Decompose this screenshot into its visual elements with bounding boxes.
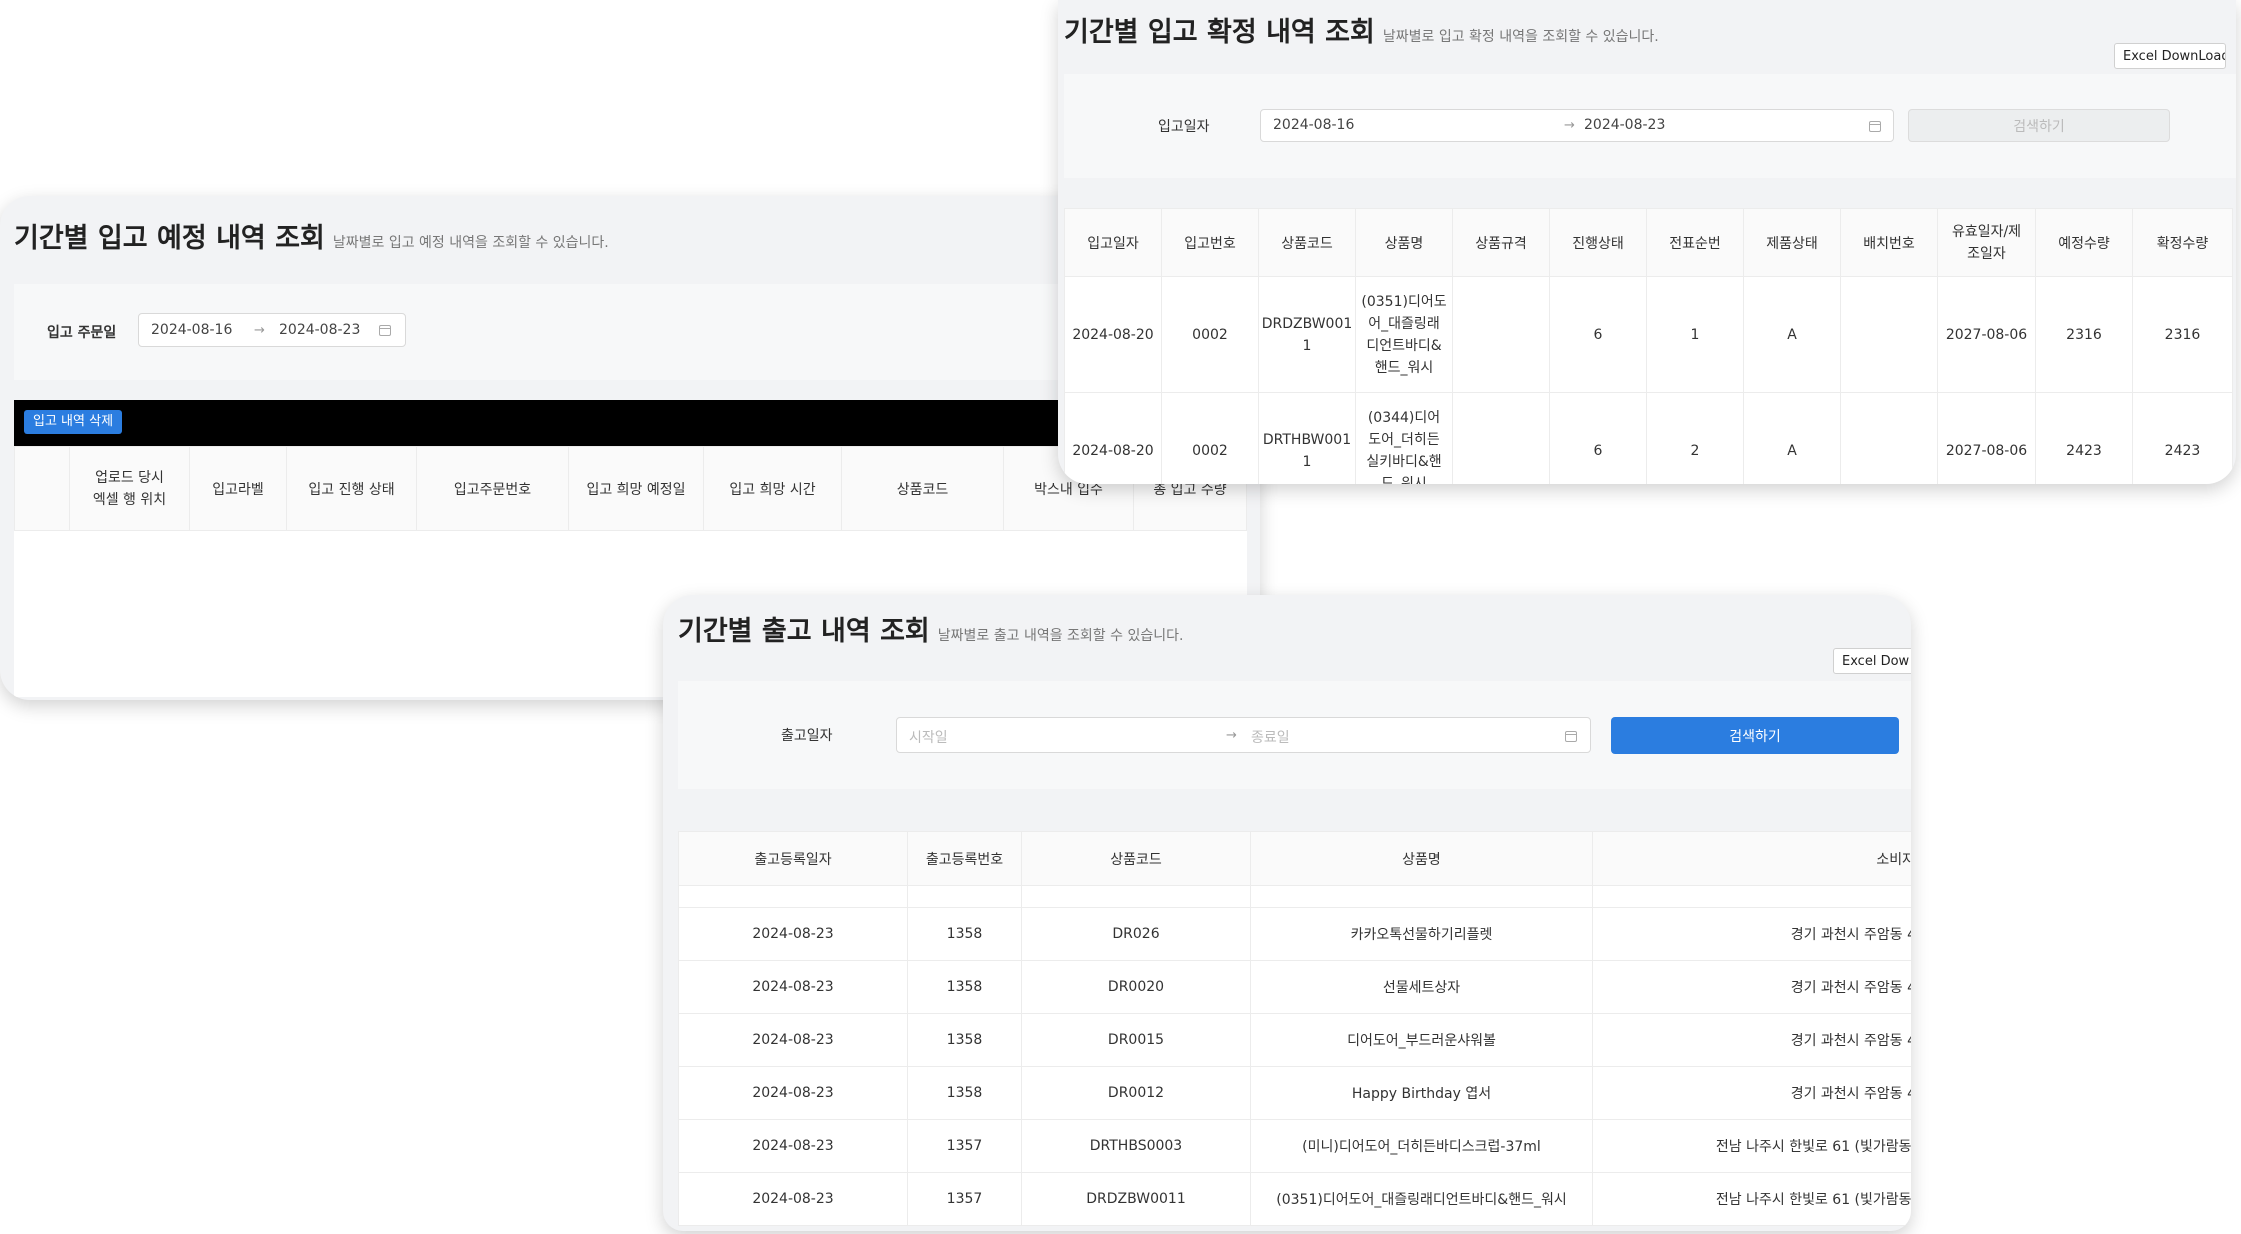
page-title: 기간별 출고 내역 조회 xyxy=(678,616,930,647)
column-header[interactable]: 진행상태 xyxy=(1549,208,1647,277)
table-header-row: 입고일자 입고번호 상품코드 상품명 상품규격 진행상태 전표순번 제품상태 배… xyxy=(1064,208,2233,277)
column-header[interactable]: 입고일자 xyxy=(1064,208,1162,277)
page-subtitle: 날짜별로 출고 내역을 조회할 수 있습니다. xyxy=(937,628,1184,644)
arrow-right-icon: → xyxy=(1564,118,1575,133)
date-range-picker[interactable]: 시작일 → 종료일 xyxy=(896,717,1591,753)
date-range-picker[interactable]: 2024-08-16 → 2024-08-23 xyxy=(138,313,406,347)
outbound-panel: 기간별 출고 내역 조회 날짜별로 출고 내역을 조회할 수 있습니다. Exc… xyxy=(663,595,1911,1231)
column-header[interactable]: 입고 진행 상태 xyxy=(286,446,417,531)
calendar-icon[interactable] xyxy=(1565,731,1577,742)
column-header[interactable]: 상품명 xyxy=(1355,208,1453,277)
column-header[interactable]: 출고등록일자 xyxy=(678,831,908,886)
table-row[interactable]: 2024-08-23 1358 DR0020 선물세트상자 경기 과천시 주암동… xyxy=(678,960,1911,1014)
end-date-input[interactable]: 종료일 xyxy=(1251,727,1290,747)
table-row[interactable]: 2024-08-20 0002 DRTHBW001 1 (0344)디어 도어_… xyxy=(1064,392,2233,484)
column-header[interactable]: 입고 희망 예정일 xyxy=(568,446,704,531)
filter-label: 출고일자 xyxy=(781,728,833,744)
page-title: 기간별 입고 예정 내역 조회 xyxy=(14,223,325,254)
partial-row xyxy=(678,885,1911,908)
excel-download-button[interactable]: Excel Dow xyxy=(1833,648,1911,674)
search-button[interactable]: 검색하기 xyxy=(1611,717,1899,754)
column-header[interactable]: 유효일자/제 조일자 xyxy=(1937,208,2036,277)
confirmed-panel-header: 기간별 입고 확정 내역 조회 날짜별로 입고 확정 내역을 조회할 수 있습니… xyxy=(1064,10,1659,49)
search-button[interactable]: 검색하기 xyxy=(1908,109,2170,142)
column-header[interactable]: 상품코드 xyxy=(1021,831,1251,886)
column-header[interactable]: 제품상태 xyxy=(1743,208,1841,277)
page-title: 기간별 입고 확정 내역 조회 xyxy=(1064,17,1375,48)
calendar-icon[interactable] xyxy=(1869,121,1881,132)
column-header[interactable]: 소비자 xyxy=(1592,831,1911,886)
filter-section: 입고일자 2024-08-16 → 2024-08-23 검색하기 xyxy=(1064,74,2236,178)
column-header[interactable]: 상품코드 xyxy=(841,446,1004,531)
delete-inbound-button[interactable]: 입고 내역 삭제 xyxy=(24,410,123,434)
confirmed-inbound-panel: 기간별 입고 확정 내역 조회 날짜별로 입고 확정 내역을 조회할 수 있습니… xyxy=(1058,0,2236,484)
excel-download-button[interactable]: Excel DownLoad xyxy=(2114,43,2226,69)
confirmed-inbound-table: 입고일자 입고번호 상품코드 상품명 상품규격 진행상태 전표순번 제품상태 배… xyxy=(1064,208,2233,484)
column-header[interactable]: 입고라벨 xyxy=(189,446,287,531)
column-header[interactable]: 입고번호 xyxy=(1161,208,1259,277)
column-header[interactable]: 확정수량 xyxy=(2132,208,2233,277)
table-row[interactable]: 2024-08-23 1357 DRDZBW0011 (0351)디어도어_대즐… xyxy=(678,1172,1911,1226)
table-row[interactable]: 2024-08-23 1358 DR0015 디어도어_부드러운샤워볼 경기 과… xyxy=(678,1013,1911,1067)
column-header[interactable]: 상품규격 xyxy=(1452,208,1550,277)
outbound-panel-header: 기간별 출고 내역 조회 날짜별로 출고 내역을 조회할 수 있습니다. xyxy=(678,609,1183,648)
column-header[interactable]: 예정수량 xyxy=(2035,208,2133,277)
table-row[interactable]: 2024-08-23 1358 DR0012 Happy Birthday 엽서… xyxy=(678,1066,1911,1120)
planned-panel-header: 기간별 입고 예정 내역 조회 날짜별로 입고 예정 내역을 조회할 수 있습니… xyxy=(14,216,609,255)
filter-section: 출고일자 시작일 → 종료일 검색하기 xyxy=(678,681,1911,789)
date-range-picker[interactable]: 2024-08-16 → 2024-08-23 xyxy=(1260,109,1894,142)
column-header[interactable]: 업로드 당시 엑셀 행 위치 xyxy=(69,446,190,531)
column-header[interactable]: 상품코드 xyxy=(1258,208,1356,277)
page-subtitle: 날짜별로 입고 예정 내역을 조회할 수 있습니다. xyxy=(332,235,609,251)
page-subtitle: 날짜별로 입고 확정 내역을 조회할 수 있습니다. xyxy=(1382,29,1659,45)
start-date-input[interactable]: 시작일 xyxy=(909,727,948,747)
table-row[interactable]: 2024-08-20 0002 DRDZBW001 1 (0351)디어도 어_… xyxy=(1064,276,2233,393)
outbound-table: 출고등록일자 출고등록번호 상품코드 상품명 소비자 2024-08-23 13… xyxy=(678,831,1911,1226)
column-header[interactable]: 출고등록번호 xyxy=(907,831,1022,886)
table-row[interactable]: 2024-08-23 1357 DRTHBS0003 (미니)디어도어_더히든바… xyxy=(678,1119,1911,1173)
filter-label: 입고 주문일 xyxy=(47,325,117,341)
table-header-row: 출고등록일자 출고등록번호 상품코드 상품명 소비자 xyxy=(678,831,1911,886)
filter-label: 입고일자 xyxy=(1158,119,1210,135)
arrow-right-icon: → xyxy=(254,323,265,338)
end-date[interactable]: 2024-08-23 xyxy=(1584,117,1665,133)
calendar-icon[interactable] xyxy=(379,325,391,336)
column-header[interactable]: 전표순번 xyxy=(1646,208,1744,277)
start-date[interactable]: 2024-08-16 xyxy=(151,322,232,338)
start-date[interactable]: 2024-08-16 xyxy=(1273,117,1354,133)
column-header[interactable]: 입고 희망 시간 xyxy=(703,446,842,531)
end-date[interactable]: 2024-08-23 xyxy=(279,322,360,338)
table-row[interactable]: 2024-08-23 1358 DR026 카카오톡선물하기리플렛 경기 과천시… xyxy=(678,907,1911,961)
column-header[interactable]: 상품명 xyxy=(1250,831,1593,886)
arrow-right-icon: → xyxy=(1226,728,1237,743)
column-header[interactable]: 배치번호 xyxy=(1840,208,1938,277)
column-header[interactable]: 입고주문번호 xyxy=(416,446,569,531)
select-column-header[interactable] xyxy=(14,446,70,531)
